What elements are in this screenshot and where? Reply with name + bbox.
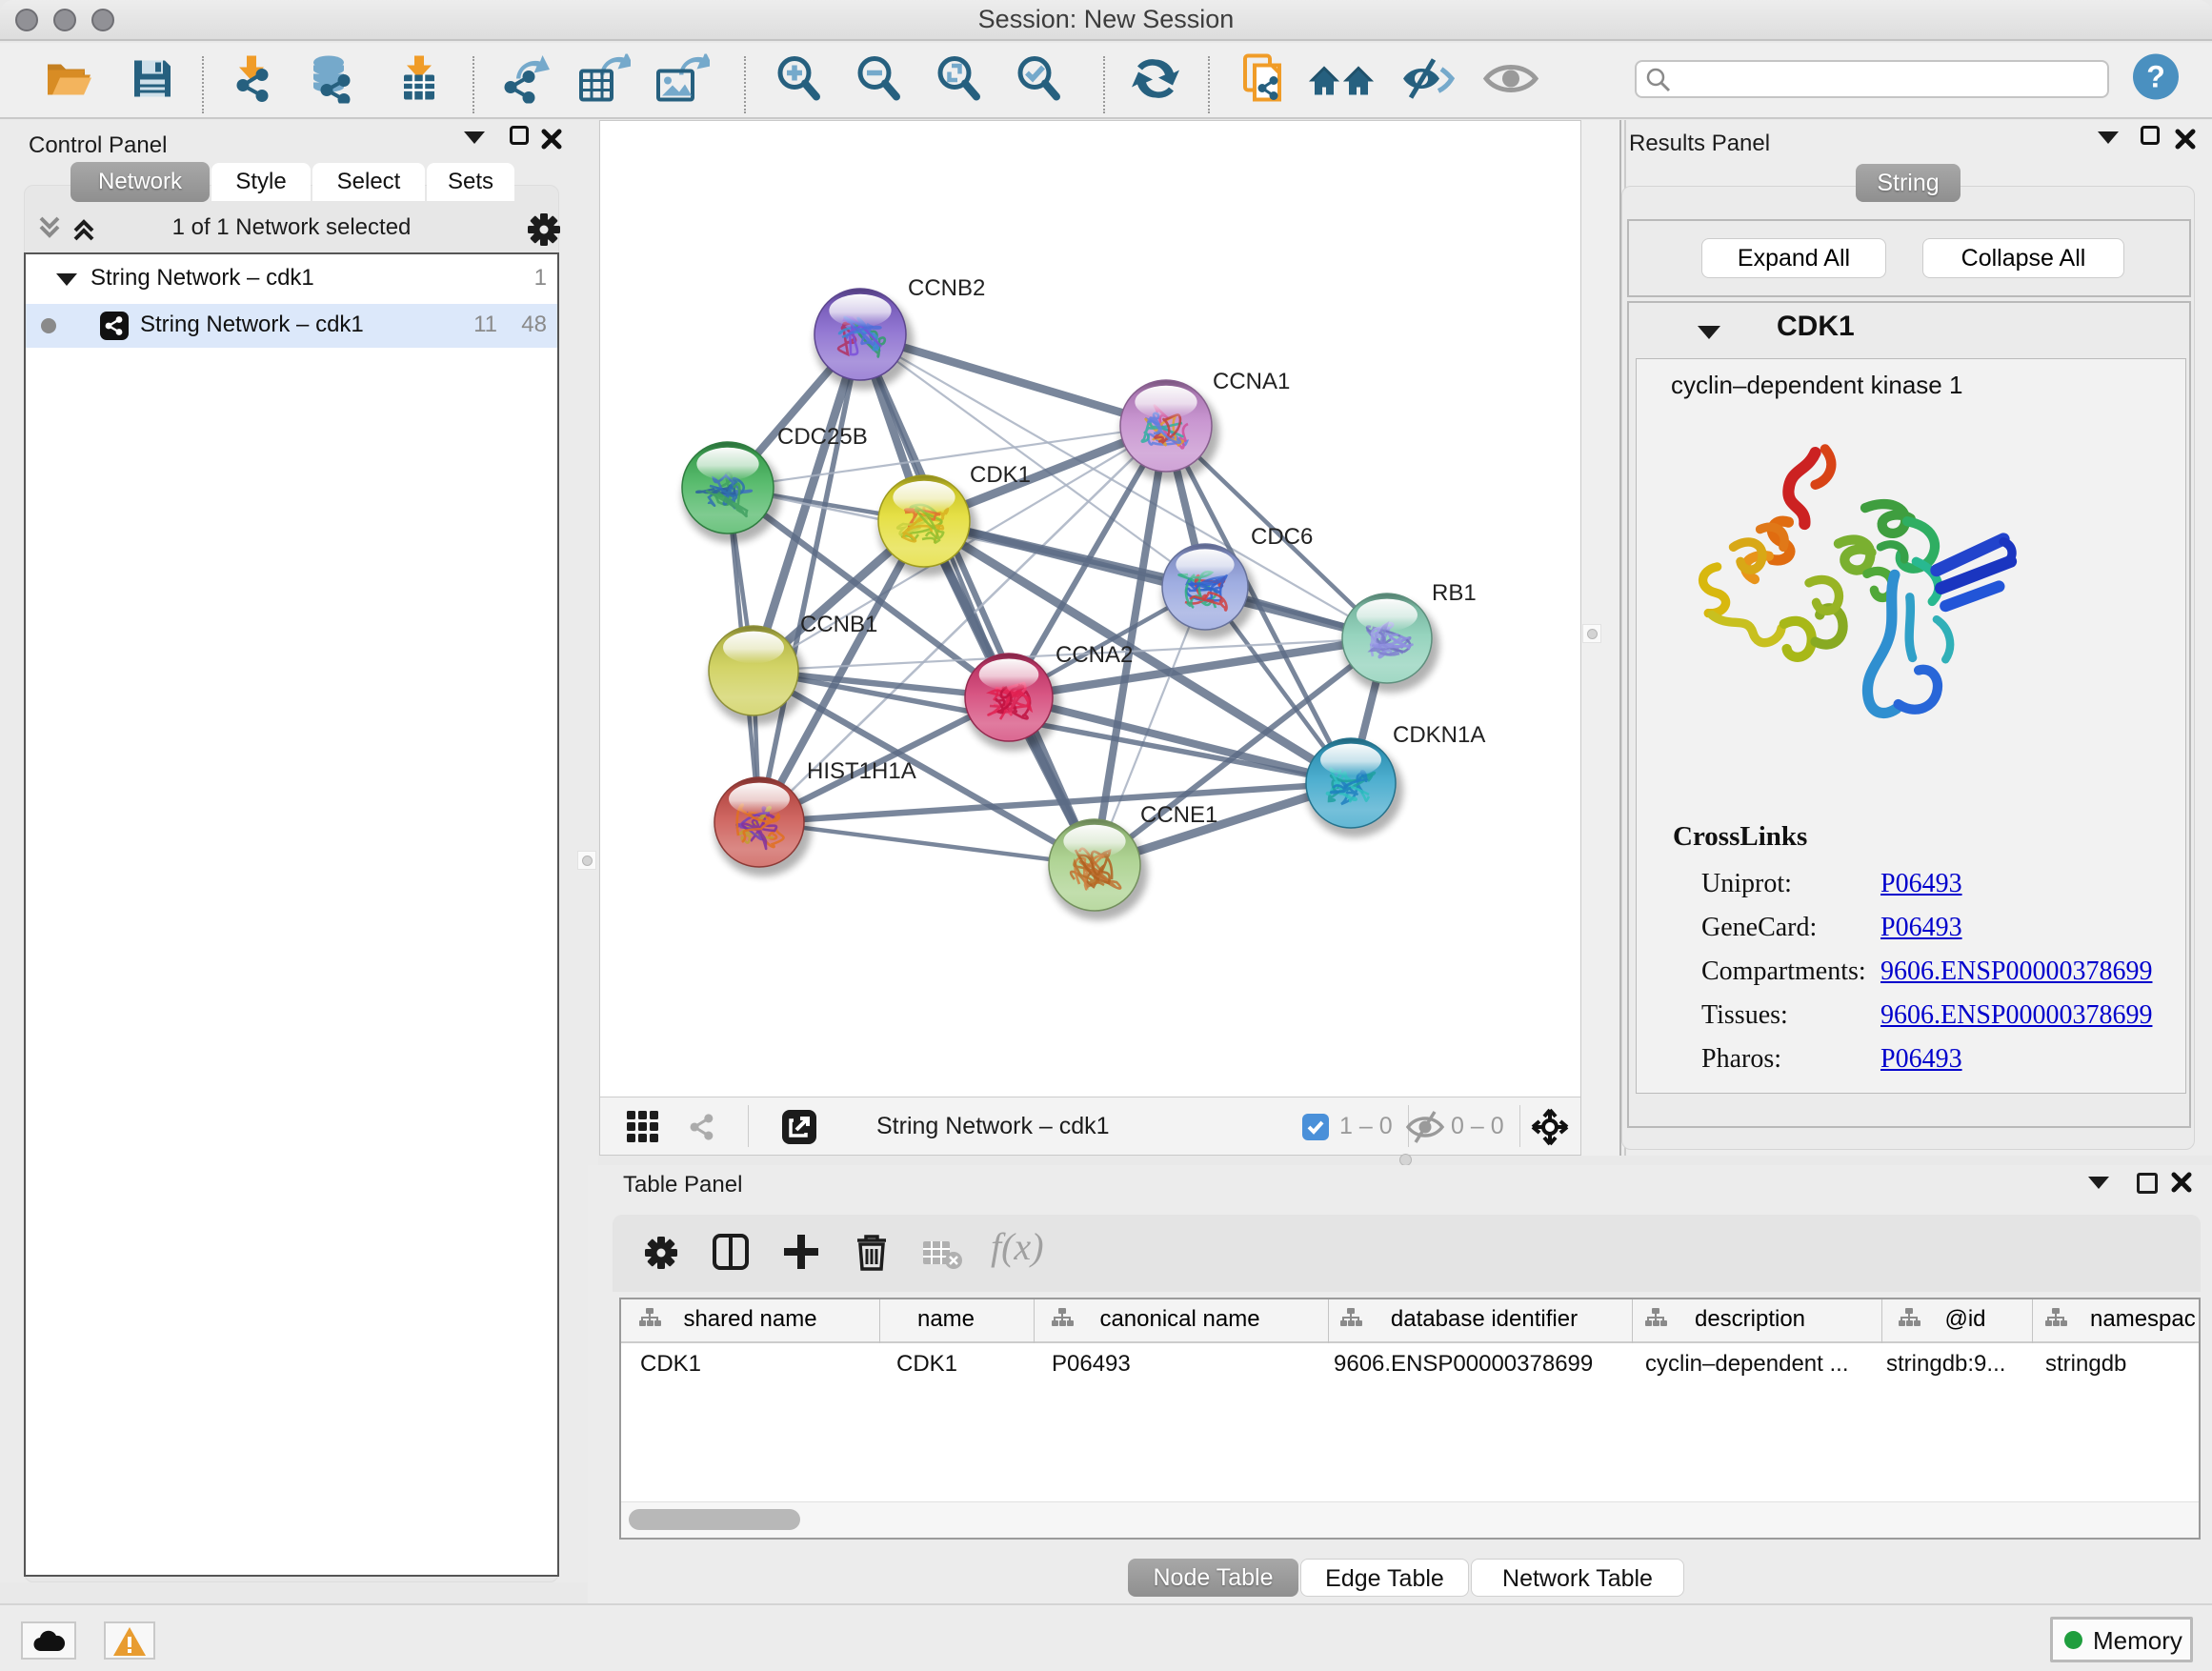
svg-text:CCNA2: CCNA2: [1056, 642, 1133, 668]
svg-text:CDKN1A: CDKN1A: [1393, 722, 1485, 748]
svg-text:CCNB2: CCNB2: [908, 275, 985, 301]
svg-text:CDK1: CDK1: [970, 462, 1031, 488]
svg-text:CCNE1: CCNE1: [1140, 802, 1217, 828]
svg-text:CDC6: CDC6: [1251, 524, 1313, 550]
svg-text:CDC25B: CDC25B: [777, 424, 868, 450]
svg-text:RB1: RB1: [1432, 580, 1477, 606]
svg-text:?: ?: [2146, 60, 2165, 94]
svg-text:CCNA1: CCNA1: [1213, 369, 1290, 394]
svg-text:HIST1H1A: HIST1H1A: [807, 758, 916, 784]
svg-text:CCNB1: CCNB1: [800, 612, 877, 637]
